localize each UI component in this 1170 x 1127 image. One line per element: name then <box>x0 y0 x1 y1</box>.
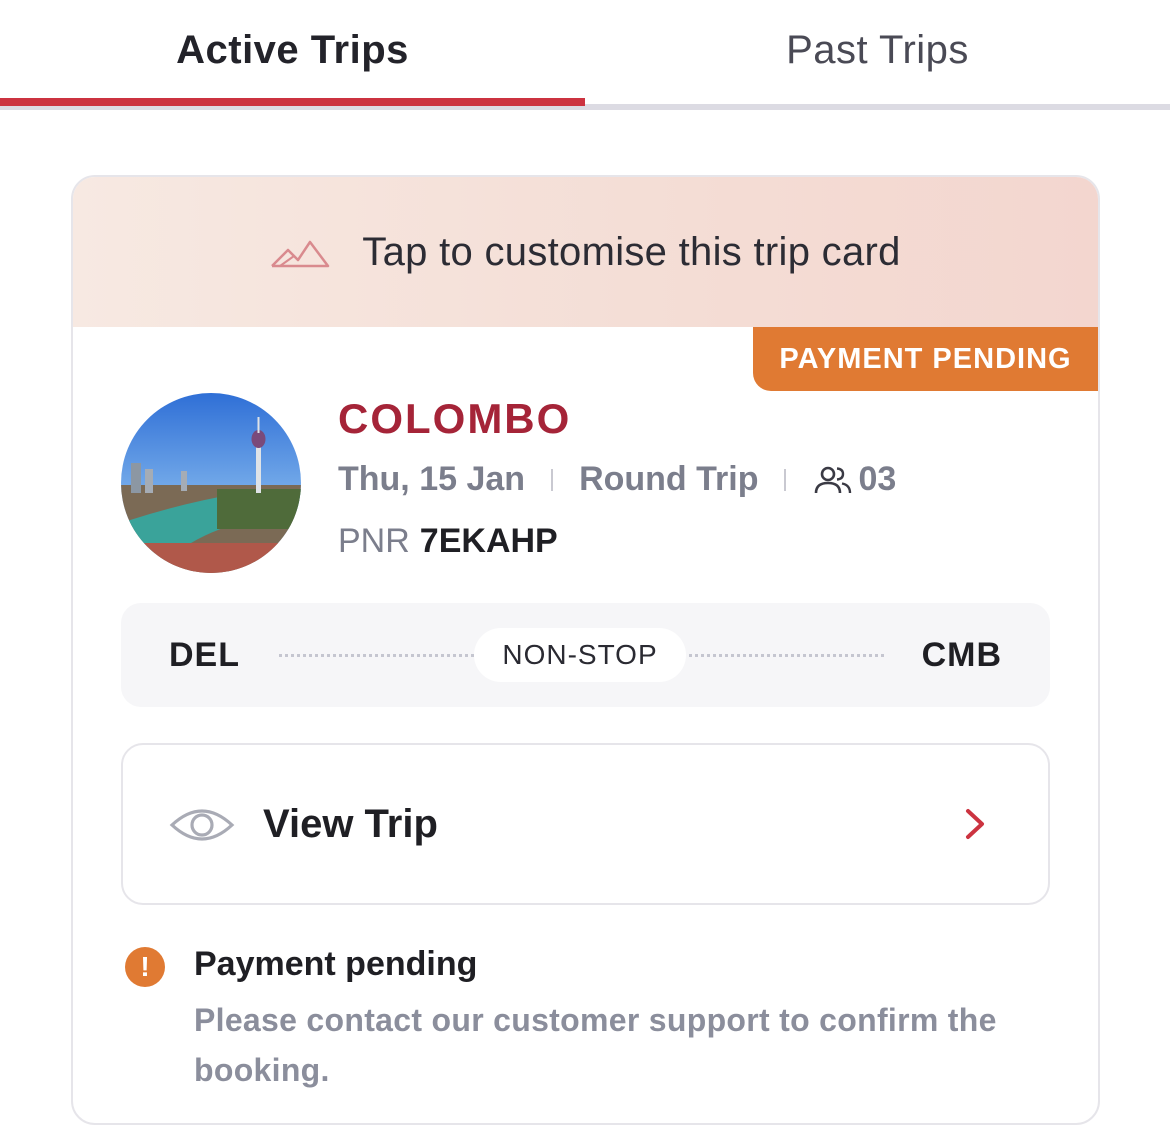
destination-city: COLOMBO <box>338 395 572 442</box>
route-line <box>689 654 884 657</box>
mountain-icon <box>271 240 330 268</box>
stops-pill: NON-STOP <box>474 628 686 682</box>
trip-date: Thu, 15 Jan <box>338 460 526 498</box>
trip-card[interactable]: Tap to customise this trip card PAYMENT … <box>71 175 1100 1125</box>
destination-code: CMB <box>921 635 1002 674</box>
trip-tabs: Active Trips Past Trips <box>0 0 1170 112</box>
pnr-value: 7EKAHP <box>419 522 558 560</box>
separator <box>784 468 787 491</box>
trip-meta: Thu, 15 Jan Round Trip 03 <box>338 460 896 499</box>
pnr-label: PNR <box>338 522 410 560</box>
origin-code: DEL <box>169 635 240 674</box>
tab-past-trips[interactable]: Past Trips <box>585 0 1170 100</box>
route-line <box>279 654 474 657</box>
route-strip: DEL NON-STOP CMB <box>121 603 1050 707</box>
view-trip-button[interactable]: View Trip <box>121 743 1050 905</box>
banner-text: Tap to customise this trip card <box>362 229 901 274</box>
separator <box>551 468 554 491</box>
tab-active-indicator <box>0 98 585 106</box>
view-trip-label: View Trip <box>263 801 438 846</box>
tab-active-trips[interactable]: Active Trips <box>0 0 585 100</box>
customise-card-banner[interactable]: Tap to customise this trip card <box>73 177 1098 327</box>
alert-icon: ! <box>125 947 165 987</box>
alert-message: Please contact our customer support to c… <box>194 1002 997 1088</box>
eye-icon <box>169 809 235 841</box>
trip-type: Round Trip <box>579 460 759 498</box>
passenger-count: 03 <box>858 460 897 498</box>
alert-title: Payment pending <box>194 945 478 983</box>
status-badge: PAYMENT PENDING <box>753 327 1098 391</box>
passengers-icon <box>815 466 852 493</box>
pnr-row: PNR 7EKAHP <box>338 522 558 561</box>
destination-photo <box>121 393 301 573</box>
chevron-right-icon <box>966 809 984 839</box>
